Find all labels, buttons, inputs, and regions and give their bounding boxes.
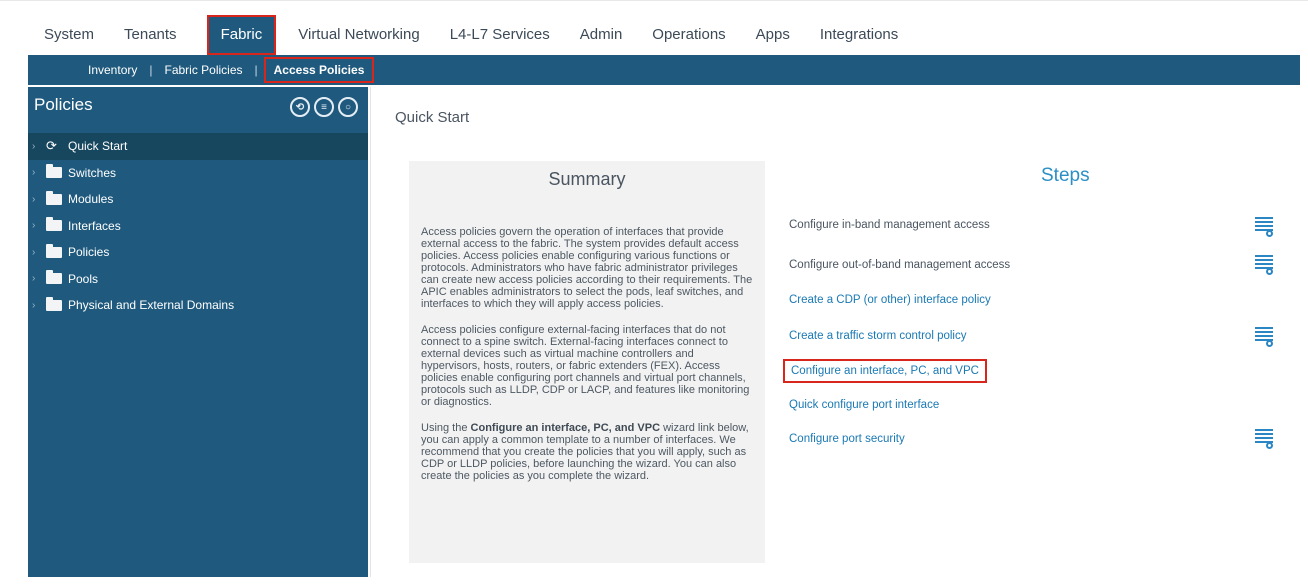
sidebar-item-label: Physical and External Domains xyxy=(68,298,235,313)
folder-icon xyxy=(46,296,62,311)
sidebar-item-policies[interactable]: › Policies xyxy=(28,239,368,266)
folder-icon xyxy=(46,270,62,285)
sidebar-item-label: Pools xyxy=(68,271,99,286)
tab-tenants[interactable]: Tenants xyxy=(124,15,177,55)
main-panel: Quick Start Summary Access policies gove… xyxy=(370,87,1300,577)
sidebar-item-label: Quick Start xyxy=(68,139,128,154)
steps-panel: Steps Configure in-band management acces… xyxy=(783,161,1293,563)
list-settings-icon[interactable] xyxy=(1255,255,1273,275)
list-settings-icon[interactable] xyxy=(1255,217,1273,237)
sidebar-item-label: Switches xyxy=(68,165,117,180)
summary-paragraph: Access policies configure external-facin… xyxy=(421,324,750,408)
summary-paragraph: Access policies govern the operation of … xyxy=(421,226,753,310)
page-title: Quick Start xyxy=(395,109,470,126)
sidebar-item-physical-external-domains[interactable]: › Physical and External Domains xyxy=(28,292,368,319)
tab-l4-l7-services[interactable]: L4-L7 Services xyxy=(450,15,550,55)
subnav-separator: | xyxy=(254,63,258,77)
tab-system[interactable]: System xyxy=(44,15,94,55)
list-settings-icon[interactable] xyxy=(1255,327,1273,347)
view-mode-icon[interactable]: ⟲ xyxy=(290,97,310,117)
policy-tree: › ⟳ Quick Start › Switches › Modules › I… xyxy=(28,133,368,319)
folder-icon xyxy=(46,243,62,258)
step-configure-interface-pc-vpc[interactable]: Configure an interface, PC, and VPC xyxy=(783,359,987,383)
step-create-cdp-policy[interactable]: Create a CDP (or other) interface policy xyxy=(789,294,991,306)
chevron-right-icon[interactable]: › xyxy=(32,300,42,311)
tab-fabric[interactable]: Fabric xyxy=(206,15,277,55)
sub-nav: Inventory | Fabric Policies | Access Pol… xyxy=(28,55,1300,85)
list-view-icon[interactable]: ≡ xyxy=(314,97,334,117)
sidebar-item-label: Interfaces xyxy=(68,218,121,233)
sidebar-item-switches[interactable]: › Switches xyxy=(28,160,368,187)
chevron-right-icon[interactable]: › xyxy=(32,141,42,152)
sidebar-item-pools[interactable]: › Pools xyxy=(28,266,368,293)
refresh-icon[interactable]: ○ xyxy=(338,97,358,117)
sidebar-toolbar: ⟲ ≡ ○ xyxy=(290,97,358,117)
tab-virtual-networking[interactable]: Virtual Networking xyxy=(298,15,419,55)
subnav-fabric-policies[interactable]: Fabric Policies xyxy=(164,63,242,77)
tab-apps[interactable]: Apps xyxy=(756,15,790,55)
sidebar-item-label: Modules xyxy=(68,192,114,207)
summary-title: Summary xyxy=(548,169,626,189)
tab-integrations[interactable]: Integrations xyxy=(820,15,898,55)
subnav-separator: | xyxy=(149,63,153,77)
sidebar-title: Policies xyxy=(34,95,93,114)
tab-admin[interactable]: Admin xyxy=(580,15,623,55)
sidebar-item-interfaces[interactable]: › Interfaces xyxy=(28,213,368,240)
sidebar: Policies ⟲ ≡ ○ › ⟳ Quick Start › Switche… xyxy=(28,87,368,577)
list-settings-icon[interactable] xyxy=(1255,429,1273,449)
sidebar-item-quick-start[interactable]: › ⟳ Quick Start xyxy=(28,133,368,160)
chevron-right-icon[interactable]: › xyxy=(32,273,42,284)
folder-icon xyxy=(46,190,62,205)
quick-start-icon: ⟳ xyxy=(46,138,57,154)
step-configure-out-of-band[interactable]: Configure out-of-band management access xyxy=(789,259,1010,271)
sidebar-item-modules[interactable]: › Modules xyxy=(28,186,368,213)
chevron-right-icon[interactable]: › xyxy=(32,167,42,178)
top-nav: System Tenants Fabric Virtual Networking… xyxy=(28,15,1300,55)
wizard-name-text: Configure an interface, PC, and VPC xyxy=(470,422,661,434)
step-create-storm-control-policy[interactable]: Create a traffic storm control policy xyxy=(789,330,966,342)
subnav-access-policies[interactable]: Access Policies xyxy=(263,57,375,83)
chevron-right-icon[interactable]: › xyxy=(32,220,42,231)
apic-window: System Tenants Fabric Virtual Networking… xyxy=(0,0,1308,588)
chevron-right-icon[interactable]: › xyxy=(32,194,42,205)
summary-text: Using the xyxy=(421,422,471,434)
step-quick-configure-port[interactable]: Quick configure port interface xyxy=(789,399,939,411)
steps-title: Steps xyxy=(1041,165,1090,186)
folder-icon xyxy=(46,164,62,179)
folder-icon xyxy=(46,217,62,232)
subnav-inventory[interactable]: Inventory xyxy=(88,63,137,77)
tab-operations[interactable]: Operations xyxy=(652,15,725,55)
step-configure-in-band[interactable]: Configure in-band management access xyxy=(789,219,990,231)
step-configure-port-security[interactable]: Configure port security xyxy=(789,433,905,445)
summary-panel: Summary Access policies govern the opera… xyxy=(409,161,765,563)
summary-paragraph: Using the Configure an interface, PC, an… xyxy=(409,422,765,482)
chevron-right-icon[interactable]: › xyxy=(32,247,42,258)
sidebar-item-label: Policies xyxy=(68,245,110,260)
